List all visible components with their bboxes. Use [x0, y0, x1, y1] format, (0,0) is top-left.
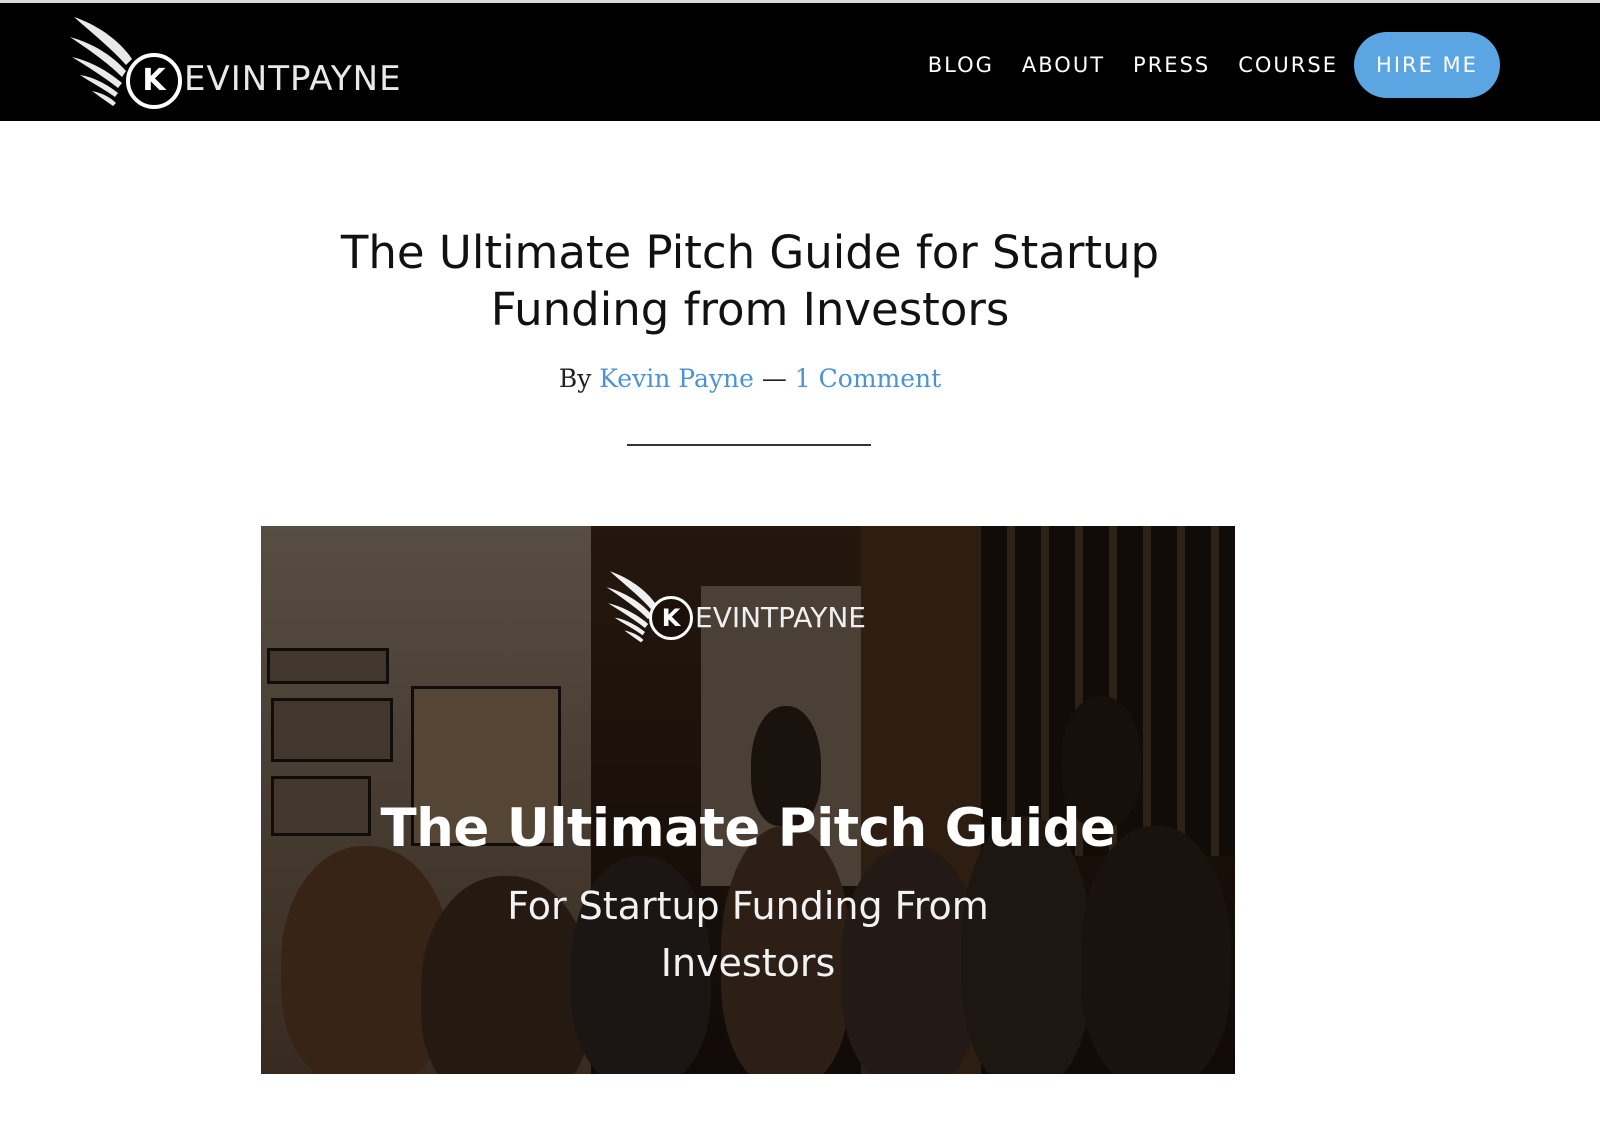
- hire-me-button[interactable]: HIRE ME: [1354, 32, 1500, 98]
- article-title: The Ultimate Pitch Guide for Startup Fun…: [340, 226, 1160, 336]
- author-link[interactable]: Kevin Payne: [599, 364, 754, 393]
- nav-press[interactable]: PRESS: [1133, 53, 1210, 77]
- hero-logo-initial: K: [661, 604, 681, 632]
- hero-logo-wordmark: EVINTPAYNE: [695, 601, 866, 634]
- byline-separator: —: [761, 364, 787, 393]
- title-divider: [627, 444, 871, 446]
- logo-initial: K: [142, 63, 166, 98]
- hero-logo: K EVINTPAYNE: [605, 566, 905, 656]
- site-header: K EVINTPAYNE BLOG ABOUT PRESS COURSE HIR…: [0, 3, 1600, 121]
- logo-k-badge: K: [126, 53, 182, 109]
- nav-about[interactable]: ABOUT: [1022, 53, 1105, 77]
- logo-wordmark: EVINTPAYNE: [184, 59, 402, 99]
- nav-blog[interactable]: BLOG: [928, 53, 994, 77]
- byline-prefix: By: [558, 364, 592, 393]
- comments-link[interactable]: 1 Comment: [795, 364, 941, 393]
- hero-logo-k-badge: K: [649, 596, 693, 640]
- hero-headline: The Ultimate Pitch Guide: [380, 798, 1116, 859]
- site-logo[interactable]: K EVINTPAYNE: [68, 15, 408, 111]
- nav-course[interactable]: COURSE: [1238, 53, 1338, 77]
- hero-image: K EVINTPAYNE The Ultimate Pitch Guide Fo…: [261, 526, 1235, 1074]
- hero-subheadline: For Startup Funding From Investors: [507, 884, 989, 985]
- main-nav: BLOG ABOUT PRESS COURSE HIRE ME: [928, 32, 1500, 98]
- article-byline: By Kevin Payne — 1 Comment: [250, 364, 1250, 393]
